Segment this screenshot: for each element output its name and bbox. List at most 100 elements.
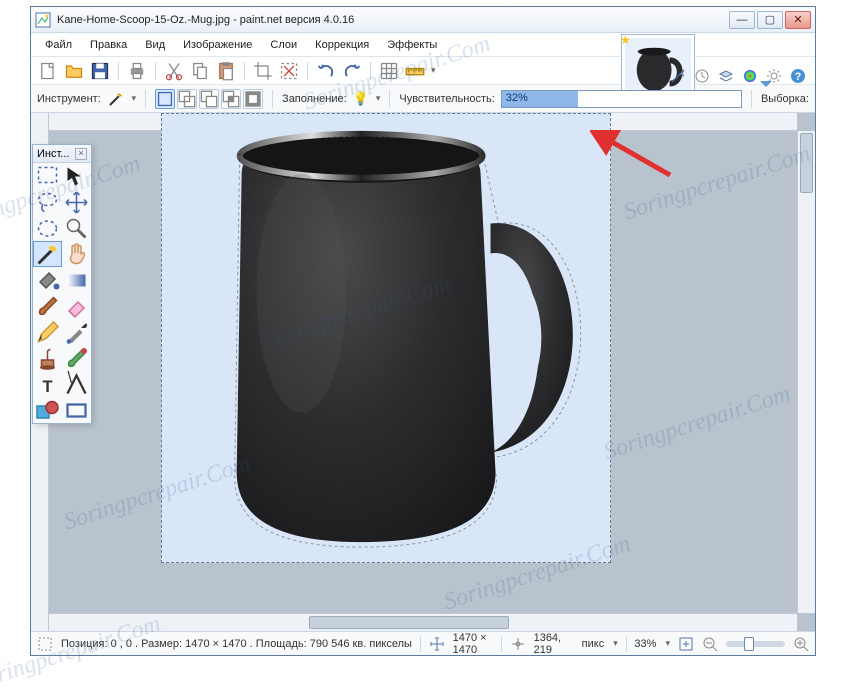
selection-invert-button[interactable]	[243, 89, 263, 109]
tools-panel-close-icon[interactable]: ×	[75, 148, 87, 160]
tools-panel[interactable]: Инст... × T \	[32, 144, 92, 424]
magic-wand-tool-icon[interactable]	[107, 90, 125, 108]
open-file-button[interactable]	[63, 60, 85, 82]
units-dropdown-icon[interactable]: ▾	[613, 638, 618, 649]
ruler-button[interactable]	[404, 60, 426, 82]
maximize-button[interactable]: ▢	[757, 11, 783, 29]
history-window-icon[interactable]	[693, 67, 711, 85]
copy-button[interactable]	[189, 60, 211, 82]
star-icon: ★	[620, 33, 631, 47]
canvas[interactable]	[161, 113, 611, 563]
tool-dropdown-icon[interactable]: ▾	[132, 93, 137, 104]
color-picker-tool[interactable]	[62, 319, 91, 345]
text-tool[interactable]: T	[33, 371, 62, 397]
dimensions-icon	[429, 635, 445, 653]
horizontal-scrollbar[interactable]	[49, 613, 797, 631]
close-button[interactable]: ✕	[785, 11, 811, 29]
clone-stamp-tool[interactable]	[33, 345, 62, 371]
tolerance-label: Чувствительность:	[399, 93, 494, 105]
separator	[389, 90, 390, 108]
zoom-in-icon[interactable]	[793, 635, 809, 653]
zoom-tool[interactable]	[62, 215, 91, 241]
vertical-scrollbar[interactable]	[797, 131, 815, 613]
window-buttons: — ▢ ✕	[729, 11, 811, 29]
move-pixels-tool[interactable]	[62, 189, 91, 215]
zoom-fit-icon[interactable]	[678, 635, 694, 653]
flood-dropdown-icon[interactable]: ▾	[376, 93, 381, 104]
paint-bucket-tool[interactable]	[33, 267, 62, 293]
undo-button[interactable]	[315, 60, 337, 82]
zoom-dropdown-icon[interactable]: ▾	[665, 638, 670, 649]
window-title: Kane-Home-Scoop-15-Oz.-Mug.jpg - paint.n…	[57, 14, 729, 26]
info-icon	[37, 635, 53, 653]
menu-layers[interactable]: Слои	[262, 36, 305, 54]
minimize-button[interactable]: —	[729, 11, 755, 29]
shapes-tool[interactable]	[33, 397, 62, 423]
menu-file[interactable]: Файл	[37, 36, 80, 54]
gradient-tool[interactable]	[62, 267, 91, 293]
selection-intersect-button[interactable]	[221, 89, 241, 109]
status-position: Позиция: 0 , 0 . Размер: 1470 × 1470 . П…	[61, 638, 412, 650]
units-label[interactable]: пикс	[582, 638, 605, 650]
settings-icon[interactable]	[765, 67, 783, 85]
flood-mode-icon[interactable]: 💡	[353, 91, 369, 107]
menubar: Файл Правка Вид Изображение Слои Коррекц…	[31, 33, 815, 57]
app-window: Kane-Home-Scoop-15-Oz.-Mug.jpg - paint.n…	[30, 6, 816, 656]
dropdown-arrow-icon[interactable]: ▾	[431, 65, 436, 76]
layers-window-icon[interactable]	[717, 67, 735, 85]
tools-panel-header[interactable]: Инст... ×	[33, 145, 91, 163]
separator	[501, 636, 502, 652]
selection-mode-group	[155, 89, 263, 109]
selection-replace-button[interactable]	[155, 89, 175, 109]
cut-button[interactable]	[163, 60, 185, 82]
menu-image[interactable]: Изображение	[175, 36, 260, 54]
zoom-slider[interactable]	[726, 641, 785, 647]
menu-view[interactable]: Вид	[137, 36, 173, 54]
tolerance-slider[interactable]: 32%	[501, 90, 742, 108]
colors-window-icon[interactable]	[741, 67, 759, 85]
cursor-pos-icon	[510, 635, 526, 653]
menu-adjustments[interactable]: Коррекция	[307, 36, 377, 54]
menu-effects[interactable]: Эффекты	[379, 36, 445, 54]
pan-tool[interactable]	[62, 241, 91, 267]
utility-icons: ?	[669, 67, 807, 85]
deselect-button[interactable]	[278, 60, 300, 82]
pencil-tool[interactable]	[33, 319, 62, 345]
rectangle-select-tool[interactable]	[33, 163, 62, 189]
scrollbar-thumb[interactable]	[309, 616, 509, 629]
print-button[interactable]	[126, 60, 148, 82]
eraser-tool[interactable]	[62, 293, 91, 319]
recolor-tool[interactable]	[62, 345, 91, 371]
selection-add-button[interactable]	[177, 89, 197, 109]
zoom-value[interactable]: 33%	[634, 638, 656, 650]
selection-subtract-button[interactable]	[199, 89, 219, 109]
statusbar: Позиция: 0 , 0 . Размер: 1470 × 1470 . П…	[31, 631, 815, 655]
separator	[272, 90, 273, 108]
ellipse-select-tool[interactable]	[33, 215, 62, 241]
help-icon[interactable]: ?	[789, 67, 807, 85]
move-selection-tool[interactable]	[62, 163, 91, 189]
zoom-out-icon[interactable]	[702, 635, 718, 653]
save-button[interactable]	[89, 60, 111, 82]
tools-grid: T \	[33, 163, 91, 423]
new-file-button[interactable]	[37, 60, 59, 82]
magic-wand-tool[interactable]	[33, 241, 62, 267]
separator	[244, 62, 245, 80]
separator	[307, 62, 308, 80]
scrollbar-thumb[interactable]	[800, 133, 813, 193]
lasso-select-tool[interactable]	[33, 189, 62, 215]
workspace	[31, 113, 815, 631]
crop-button[interactable]	[252, 60, 274, 82]
redo-button[interactable]	[341, 60, 363, 82]
line-tool[interactable]: \	[62, 371, 91, 397]
slider-knob[interactable]	[744, 637, 754, 651]
grid-button[interactable]	[378, 60, 400, 82]
svg-text:\: \	[68, 371, 73, 387]
paintbrush-tool[interactable]	[33, 293, 62, 319]
menu-edit[interactable]: Правка	[82, 36, 135, 54]
status-dimensions: 1470 × 1470	[453, 632, 493, 656]
paste-button[interactable]	[215, 60, 237, 82]
rectangle-shape-tool[interactable]	[62, 397, 91, 423]
sampling-label: Выборка:	[761, 93, 809, 105]
tools-window-icon[interactable]	[669, 67, 687, 85]
